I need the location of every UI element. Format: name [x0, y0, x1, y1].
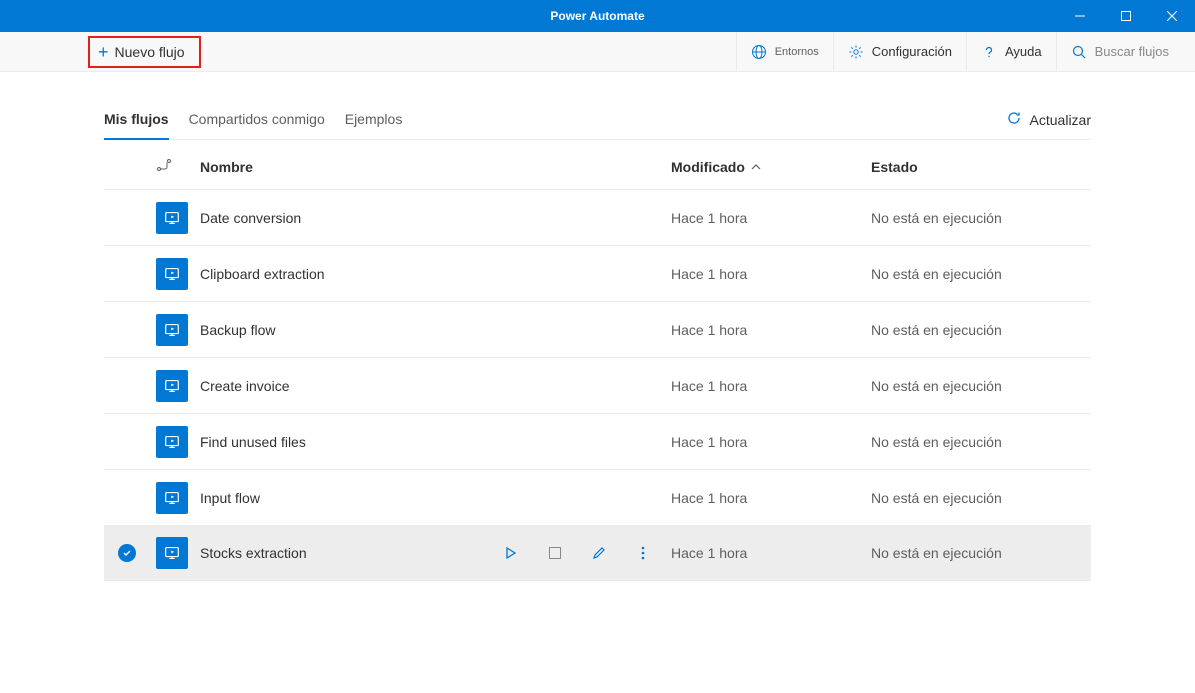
search-placeholder: Buscar flujos — [1095, 44, 1169, 59]
column-name[interactable]: Nombre — [200, 159, 471, 175]
maximize-button[interactable] — [1103, 0, 1149, 32]
help-button[interactable]: Ayuda — [966, 32, 1056, 72]
flow-state: No está en ejecución — [871, 322, 1091, 338]
table-row[interactable]: Backup flow Hace 1 horaNo está en ejecuci… — [104, 301, 1091, 357]
table-row[interactable]: Clipboard extraction Hace 1 horaNo está e… — [104, 245, 1091, 301]
tab-my-flows[interactable]: Mis flujos — [104, 101, 169, 139]
table-row[interactable]: Find unused files Hace 1 horaNo está en e… — [104, 413, 1091, 469]
flow-modified: Hace 1 hora — [671, 210, 871, 226]
table-row[interactable]: Stocks extraction Hace 1 horaNo está en … — [104, 525, 1091, 581]
environments-dropdown[interactable]: Entornos — [736, 32, 833, 72]
close-button[interactable] — [1149, 0, 1195, 32]
plus-icon: + — [98, 43, 109, 61]
table-row[interactable]: Create invoice Hace 1 horaNo está en ejec… — [104, 357, 1091, 413]
titlebar: Power Automate — [0, 0, 1195, 32]
new-flow-label: Nuevo flujo — [115, 44, 185, 60]
flow-state: No está en ejecución — [871, 434, 1091, 450]
minimize-button[interactable] — [1057, 0, 1103, 32]
stop-button[interactable] — [547, 545, 563, 561]
more-button[interactable] — [635, 545, 651, 561]
window-controls — [1057, 0, 1195, 32]
help-icon — [981, 44, 997, 60]
environments-label: Entornos — [775, 46, 819, 58]
help-label: Ayuda — [1005, 44, 1042, 59]
flow-name[interactable]: Input flow — [200, 490, 471, 506]
desktop-flow-icon — [156, 258, 188, 290]
refresh-icon — [1006, 110, 1022, 129]
desktop-flow-icon — [156, 482, 188, 514]
content-area: Mis flujos Compartidos conmigo Ejemplos … — [0, 72, 1195, 581]
tabs-row: Mis flujos Compartidos conmigo Ejemplos … — [104, 100, 1091, 140]
new-flow-button[interactable]: + Nuevo flujo — [88, 36, 201, 68]
flow-name[interactable]: Backup flow — [200, 322, 471, 338]
toolbar: + Nuevo flujo Entornos Configuración Ayu… — [0, 32, 1195, 72]
flow-name[interactable]: Clipboard extraction — [200, 266, 471, 282]
desktop-flow-icon — [156, 426, 188, 458]
flow-modified: Hace 1 hora — [671, 490, 871, 506]
tab-examples[interactable]: Ejemplos — [345, 101, 403, 139]
table-header: Nombre Modificado Estado — [104, 140, 1091, 189]
flow-name[interactable]: Stocks extraction — [200, 545, 471, 561]
flow-modified: Hace 1 hora — [671, 378, 871, 394]
flow-modified: Hace 1 hora — [671, 545, 871, 561]
edit-button[interactable] — [591, 545, 607, 561]
flow-modified: Hace 1 hora — [671, 434, 871, 450]
flows-list: Date conversionHace 1 horaNo está en eje… — [104, 189, 1091, 581]
flow-name[interactable]: Date conversion — [200, 210, 471, 226]
flow-state: No está en ejecución — [871, 545, 1091, 561]
tab-shared[interactable]: Compartidos conmigo — [189, 101, 325, 139]
refresh-button[interactable]: Actualizar — [1006, 100, 1091, 139]
settings-label: Configuración — [872, 44, 952, 59]
search-button[interactable]: Buscar flujos — [1056, 32, 1183, 72]
flow-modified: Hace 1 hora — [671, 266, 871, 282]
desktop-flow-icon — [156, 314, 188, 346]
selected-check-icon[interactable] — [118, 544, 136, 562]
flow-state: No está en ejecución — [871, 378, 1091, 394]
gear-icon — [848, 44, 864, 60]
app-title: Power Automate — [550, 9, 644, 23]
flow-state: No está en ejecución — [871, 210, 1091, 226]
table-row[interactable]: Input flow Hace 1 horaNo está en ejecució… — [104, 469, 1091, 525]
flow-name[interactable]: Find unused files — [200, 434, 471, 450]
desktop-flow-icon — [156, 370, 188, 402]
search-icon — [1071, 44, 1087, 60]
flow-name[interactable]: Create invoice — [200, 378, 471, 394]
column-state[interactable]: Estado — [871, 159, 1091, 175]
run-button[interactable] — [503, 545, 519, 561]
table-row[interactable]: Date conversion Hace 1 horaNo está en eje… — [104, 189, 1091, 245]
desktop-flow-icon — [156, 537, 188, 569]
settings-button[interactable]: Configuración — [833, 32, 966, 72]
refresh-label: Actualizar — [1030, 112, 1091, 128]
sort-asc-icon — [751, 159, 761, 175]
flow-modified: Hace 1 hora — [671, 322, 871, 338]
desktop-flow-icon — [156, 202, 188, 234]
column-modified[interactable]: Modificado — [671, 159, 871, 175]
flow-state: No está en ejecución — [871, 266, 1091, 282]
flow-state: No está en ejecución — [871, 490, 1091, 506]
globe-icon — [751, 44, 767, 60]
flow-type-icon — [156, 158, 172, 175]
